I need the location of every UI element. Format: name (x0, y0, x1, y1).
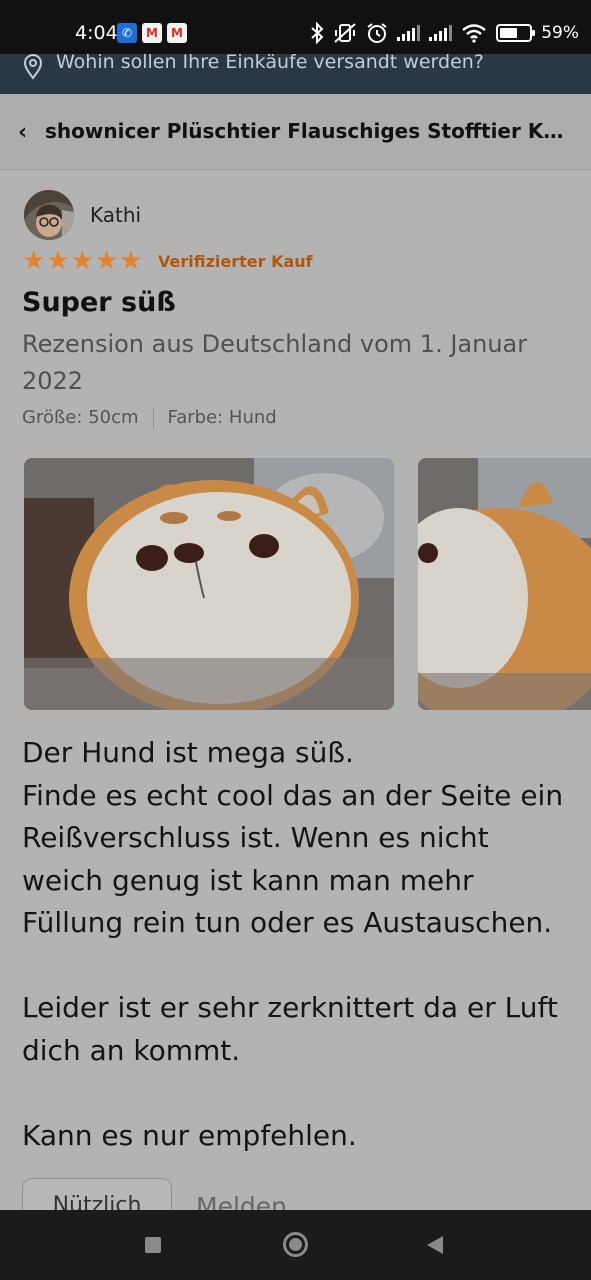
recents-button[interactable] (145, 1237, 161, 1253)
star-icon: ★ (22, 246, 46, 276)
status-time: 4:04 (75, 22, 118, 44)
star-icon: ★ (70, 246, 94, 276)
back-button[interactable] (427, 1236, 443, 1254)
wifi-icon (462, 24, 486, 43)
review-body: Der Hund ist mega süß. Finde es echt coo… (22, 736, 564, 1152)
vibrate-off-icon (334, 23, 356, 43)
review-photo[interactable] (418, 458, 591, 710)
star-icon: ★ (46, 246, 70, 276)
battery-icon (496, 24, 536, 42)
review-page: ‹ shownicer Plüschtier Flauschiges Stoff… (0, 94, 591, 1210)
delivery-location-bar[interactable]: Wohin sollen Ihre Einkäufe versandt werd… (0, 54, 591, 94)
variant-info: Größe: 50cm Farbe: Hund (22, 407, 277, 428)
star-icon: ★ (119, 246, 143, 276)
location-pin-icon (23, 54, 43, 80)
reviewer-name[interactable]: Kathi (90, 203, 141, 227)
variant-color: Farbe: Hund (167, 407, 277, 428)
product-title[interactable]: shownicer Plüschtier Flauschiges Stoffti… (45, 119, 575, 143)
gmail-icon: M (167, 23, 187, 43)
review-title: Super süß (22, 287, 176, 318)
status-indicators: 59% (310, 20, 579, 46)
back-icon[interactable]: ‹ (18, 120, 27, 145)
notification-icons: ✆ M M (117, 23, 187, 43)
review-meta: Rezension aus Deutschland vom 1. Januar … (22, 330, 528, 395)
report-link[interactable]: Melden (196, 1192, 287, 1210)
alarm-icon (367, 23, 387, 43)
status-bar: 4:04 ✆ M M 59% (0, 0, 591, 54)
avatar (24, 190, 74, 240)
signal-icon (397, 25, 421, 41)
helpful-button[interactable]: Nützlich (22, 1178, 172, 1210)
home-button[interactable] (283, 1232, 308, 1257)
delivery-prompt: Wohin sollen Ihre Einkäufe versandt werd… (56, 54, 484, 73)
bluetooth-icon (311, 22, 324, 44)
app-notification-icon: ✆ (117, 23, 137, 43)
star-rating: ★ ★ ★ ★ ★ (22, 248, 143, 274)
review-photo[interactable] (24, 458, 394, 710)
battery-percent: 59% (541, 23, 579, 43)
product-header: ‹ shownicer Plüschtier Flauschiges Stoff… (0, 94, 591, 170)
star-icon: ★ (94, 246, 119, 276)
variant-size: Größe: 50cm (22, 407, 139, 428)
gmail-icon: M (142, 23, 162, 43)
divider (152, 407, 154, 428)
verified-purchase-badge: Verifizierter Kauf (158, 252, 313, 271)
signal-icon (429, 25, 453, 41)
system-nav-bar (0, 1210, 591, 1280)
